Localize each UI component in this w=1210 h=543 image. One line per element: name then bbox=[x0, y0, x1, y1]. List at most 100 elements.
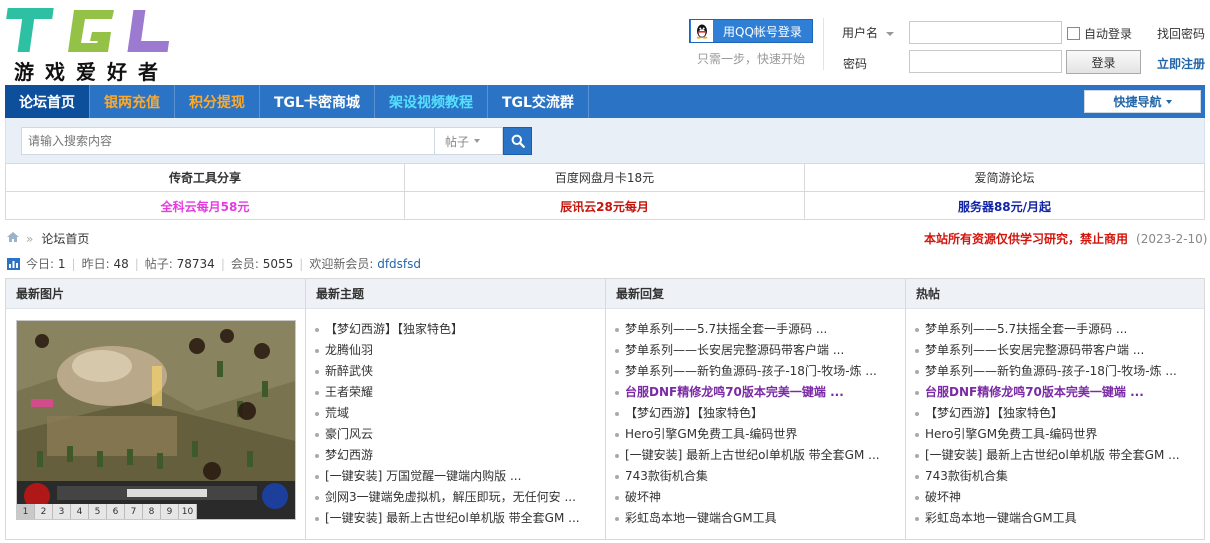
thread-link[interactable]: 梦单系列——5.7扶摇全套一手源码 ... bbox=[915, 319, 1204, 340]
thread-link[interactable]: [一键安装] 最新上古世纪ol单机版 带全套GM ... bbox=[315, 508, 605, 529]
auto-login-checkbox[interactable]: 自动登录 bbox=[1067, 25, 1132, 42]
stat-today-label: 今日: bbox=[26, 257, 55, 271]
thread-link[interactable]: 梦单系列——长安居完整源码带客户端 ... bbox=[915, 340, 1204, 361]
thread-link[interactable]: 破坏神 bbox=[615, 487, 905, 508]
thread-link[interactable]: Hero引擎GM免费工具-编码世界 bbox=[615, 424, 905, 445]
pager-page[interactable]: 4 bbox=[71, 504, 89, 519]
pager-page[interactable]: 5 bbox=[89, 504, 107, 519]
bullet-dot bbox=[615, 474, 619, 479]
ad-link[interactable]: 全科云每月58元 bbox=[6, 192, 405, 220]
chevron-down-icon bbox=[886, 31, 895, 36]
pager-page[interactable]: 10 bbox=[179, 504, 197, 519]
nav-item-recharge[interactable]: 银两充值 bbox=[90, 85, 175, 118]
forgot-password-link[interactable]: 找回密码 bbox=[1157, 25, 1205, 42]
bullet-dot bbox=[915, 453, 919, 458]
username-type-select[interactable]: 用户名 bbox=[842, 24, 895, 41]
thread-title: 新醉武侠 bbox=[325, 364, 374, 378]
game-screenshot-image bbox=[17, 321, 295, 519]
thread-link[interactable]: 彩虹岛本地一键端合GM工具 bbox=[615, 508, 905, 529]
site-logo[interactable]: 游戏爱好者 bbox=[6, 6, 176, 84]
thread-title: 梦单系列——新钓鱼源码-孩子-18门-牧场-炼 ... bbox=[925, 364, 1177, 378]
pager-page[interactable]: 1 bbox=[17, 504, 35, 519]
thread-link[interactable]: 梦单系列——新钓鱼源码-孩子-18门-牧场-炼 ... bbox=[915, 361, 1204, 382]
thread-title: 梦单系列——5.7扶摇全套一手源码 ... bbox=[625, 322, 828, 336]
pager-page[interactable]: 8 bbox=[143, 504, 161, 519]
thread-link[interactable]: 台服DNF精修龙鸣70版本完美一键端 ... bbox=[915, 382, 1204, 403]
qq-login-button[interactable]: 用QQ帐号登录 bbox=[689, 19, 813, 43]
thread-link[interactable]: 龙腾仙羽 bbox=[315, 340, 605, 361]
bullet-dot bbox=[615, 411, 619, 416]
thread-title: 台服DNF精修龙鸣70版本完美一键端 ... bbox=[625, 385, 844, 399]
bullet-dot bbox=[915, 369, 919, 374]
register-link[interactable]: 立即注册 bbox=[1157, 55, 1205, 72]
pager-page[interactable]: 2 bbox=[35, 504, 53, 519]
bullet-dot bbox=[315, 453, 319, 458]
search-type-label: 帖子 bbox=[445, 134, 470, 149]
ad-link[interactable]: 爱简游论坛 bbox=[805, 164, 1204, 192]
thread-link[interactable]: 梦幻西游 bbox=[315, 445, 605, 466]
stat-members-label: 会员: bbox=[230, 257, 259, 271]
hot-threads-panel: 热帖 梦单系列——5.7扶摇全套一手源码 ... 梦单系列——长安居完整源码带客户… bbox=[906, 279, 1204, 539]
thread-link[interactable]: 台服DNF精修龙鸣70版本完美一键端 ... bbox=[615, 382, 905, 403]
thread-link[interactable]: 梦单系列——新钓鱼源码-孩子-18门-牧场-炼 ... bbox=[615, 361, 905, 382]
thread-link[interactable]: [一键安装] 万国觉醒一键端内购版 ... bbox=[315, 466, 605, 487]
search-button[interactable] bbox=[503, 127, 532, 155]
nav-item-group[interactable]: TGL交流群 bbox=[488, 85, 589, 118]
thread-link[interactable]: 王者荣耀 bbox=[315, 382, 605, 403]
thread-link[interactable]: Hero引擎GM免费工具-编码世界 bbox=[915, 424, 1204, 445]
chevron-down-icon bbox=[474, 139, 481, 143]
thread-link[interactable]: 【梦幻西游】【独家特色】 bbox=[615, 403, 905, 424]
ad-link[interactable]: 百度网盘月卡18元 bbox=[405, 164, 805, 192]
pager-page[interactable]: 7 bbox=[125, 504, 143, 519]
thread-link[interactable]: 新醉武侠 bbox=[315, 361, 605, 382]
thread-link[interactable]: 剑网3一键端免虚拟机，解压即玩，无任何安 ... bbox=[315, 487, 605, 508]
reply-list: 梦单系列——5.7扶摇全套一手源码 ... 梦单系列——长安居完整源码带客户端 .… bbox=[606, 309, 905, 529]
thread-title: 梦单系列——长安居完整源码带客户端 ... bbox=[625, 343, 845, 357]
breadcrumb-home[interactable]: 论坛首页 bbox=[41, 230, 89, 247]
thread-title: [一键安装] 最新上古世纪ol单机版 带全套GM ... bbox=[925, 448, 1180, 462]
home-icon[interactable] bbox=[6, 231, 20, 246]
thread-link[interactable]: 彩虹岛本地一键端合GM工具 bbox=[915, 508, 1204, 529]
new-topics-panel: 最新主题 【梦幻西游】【独家特色】 龙腾仙羽 新醉武侠 王者荣耀 荒域 豪门风云 梦幻西游 [… bbox=[306, 279, 606, 539]
qq-penguin-icon bbox=[691, 20, 713, 42]
ad-link[interactable]: 传奇工具分享 bbox=[6, 164, 405, 192]
username-field[interactable] bbox=[909, 21, 1062, 44]
bullet-dot bbox=[915, 348, 919, 353]
thread-link[interactable]: 破坏神 bbox=[915, 487, 1204, 508]
thread-link[interactable]: 【梦幻西游】【独家特色】 bbox=[315, 319, 605, 340]
nav-item-home[interactable]: 论坛首页 bbox=[5, 85, 90, 118]
thread-link[interactable]: 荒域 bbox=[315, 403, 605, 424]
latest-image-thumbnail[interactable]: 1 2 3 4 5 6 7 8 9 10 bbox=[16, 320, 296, 520]
checkbox-box[interactable] bbox=[1067, 27, 1080, 40]
stats-chart-icon bbox=[7, 257, 20, 270]
search-input[interactable] bbox=[21, 127, 435, 155]
thread-title: 彩虹岛本地一键端合GM工具 bbox=[625, 511, 777, 525]
thread-link[interactable]: [一键安装] 最新上古世纪ol单机版 带全套GM ... bbox=[615, 445, 905, 466]
search-type-select[interactable]: 帖子 bbox=[434, 127, 503, 155]
ad-link[interactable]: 辰讯云28元每月 bbox=[405, 192, 805, 220]
image-pager: 1 2 3 4 5 6 7 8 9 10 bbox=[17, 504, 197, 519]
thread-link[interactable]: 743款街机合集 bbox=[615, 466, 905, 487]
nav-item-card-shop[interactable]: TGL卡密商城 bbox=[260, 85, 375, 118]
login-button[interactable]: 登录 bbox=[1066, 50, 1141, 74]
quick-nav-button[interactable]: 快捷导航 bbox=[1084, 90, 1201, 113]
ad-link[interactable]: 服务器88元/月起 bbox=[805, 192, 1204, 220]
thread-title: 梦单系列——5.7扶摇全套一手源码 ... bbox=[925, 322, 1128, 336]
portal-grid: 最新图片 1 2 3 4 5 6 7 8 9 10 最新主题 【梦幻西游】【独家… bbox=[5, 278, 1205, 540]
nav-item-withdraw[interactable]: 积分提现 bbox=[175, 85, 260, 118]
bullet-dot bbox=[315, 432, 319, 437]
thread-link[interactable]: 【梦幻西游】【独家特色】 bbox=[915, 403, 1204, 424]
thread-link[interactable]: 梦单系列——5.7扶摇全套一手源码 ... bbox=[615, 319, 905, 340]
pager-page[interactable]: 3 bbox=[53, 504, 71, 519]
bullet-dot bbox=[315, 348, 319, 353]
nav-item-video-tutorial[interactable]: 架设视频教程 bbox=[375, 85, 488, 118]
new-member-link[interactable]: dfdsfsd bbox=[377, 257, 421, 271]
password-field[interactable] bbox=[909, 50, 1062, 73]
thread-link[interactable]: 梦单系列——长安居完整源码带客户端 ... bbox=[615, 340, 905, 361]
pager-page[interactable]: 6 bbox=[107, 504, 125, 519]
thread-title: Hero引擎GM免费工具-编码世界 bbox=[925, 427, 1098, 441]
thread-link[interactable]: [一键安装] 最新上古世纪ol单机版 带全套GM ... bbox=[915, 445, 1204, 466]
thread-link[interactable]: 743款街机合集 bbox=[915, 466, 1204, 487]
pager-page[interactable]: 9 bbox=[161, 504, 179, 519]
thread-link[interactable]: 豪门风云 bbox=[315, 424, 605, 445]
